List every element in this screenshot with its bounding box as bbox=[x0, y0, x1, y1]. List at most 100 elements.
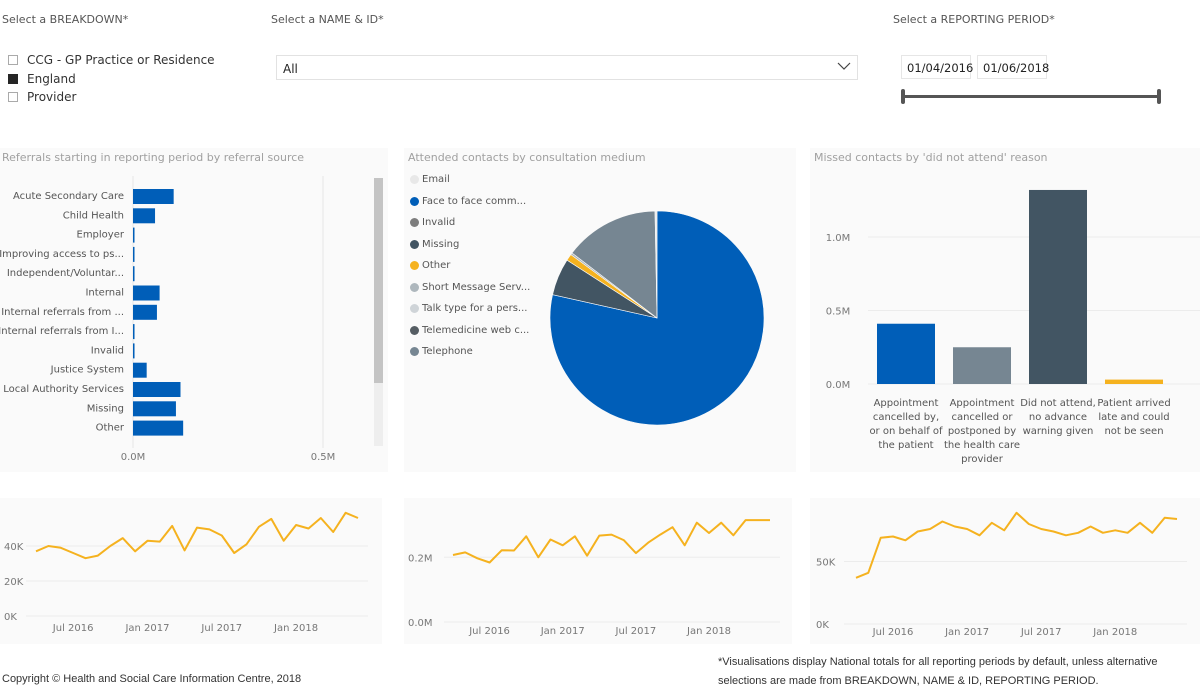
bar bbox=[133, 382, 181, 397]
bar bbox=[133, 324, 135, 340]
referrals-trend-chart: 0K 20K 40K Jul 2016 Jan 2017 Jul 2017 Jan 2018 bbox=[4, 511, 368, 634]
missed-bar-chart: 0.0M 0.5M 1.0M Appointment cancelled by, or o… bbox=[826, 189, 1200, 465]
footnote: *Visualisations display National totals … bbox=[718, 653, 1157, 691]
bar bbox=[133, 227, 135, 243]
bar-category-label: warning given bbox=[1023, 426, 1094, 437]
bar-category-label: Did not attend, bbox=[1020, 398, 1096, 409]
bar-category-label: postponed by bbox=[948, 426, 1016, 437]
trend-line bbox=[855, 511, 1178, 579]
y-tick-label: 20K bbox=[4, 577, 24, 588]
bar-category-label: the patient bbox=[878, 440, 933, 451]
footnote-line-1: *Visualisations display National totals … bbox=[718, 656, 1158, 668]
breakdown-option-ccg[interactable]: CCG - GP Practice or Residence bbox=[8, 53, 215, 67]
bar-category-label: Invalid bbox=[91, 345, 124, 356]
y-tick-label: 0K bbox=[816, 620, 829, 631]
x-tick-label: Jan 2017 bbox=[944, 627, 989, 638]
bar bbox=[133, 246, 135, 262]
bar bbox=[877, 323, 935, 384]
bar-category-label: the health care bbox=[944, 440, 1020, 451]
y-tick-label: 50K bbox=[816, 558, 836, 569]
x-tick-label: Jan 2018 bbox=[273, 623, 318, 634]
x-tick-label: Jul 2016 bbox=[52, 623, 94, 634]
x-tick-label: Jan 2017 bbox=[124, 623, 169, 634]
x-tick-label: Jan 2017 bbox=[540, 626, 585, 637]
trend-line bbox=[452, 519, 770, 564]
y-tick-label: 0K bbox=[4, 612, 17, 623]
bar-category-label: Child Health bbox=[63, 210, 124, 221]
period-slider-end-handle[interactable] bbox=[1157, 89, 1161, 104]
attended-trend-chart: 0.0M 0.2M Jul 2016 Jan 2017 Jul 2017 Jan 2018 bbox=[408, 519, 780, 637]
bar-category-label: Patient arrived bbox=[1097, 398, 1170, 409]
breakdown-option-provider[interactable]: Provider bbox=[8, 90, 76, 104]
bar bbox=[133, 420, 184, 436]
checkbox-ccg[interactable] bbox=[8, 55, 18, 65]
missed-trend-chart: 0K 50K Jul 2016 Jan 2017 Jul 2017 Jan 2018 bbox=[816, 511, 1187, 638]
period-slider-track[interactable] bbox=[903, 95, 1159, 98]
x-tick-label: Jul 2017 bbox=[200, 623, 242, 634]
x-tick-label: Jul 2017 bbox=[1020, 627, 1062, 638]
x-tick-label: Jul 2016 bbox=[872, 627, 914, 638]
bar-category-label: Independent/Voluntar... bbox=[7, 268, 124, 279]
period-slider-start-handle[interactable] bbox=[901, 89, 905, 104]
bar-category-label: or on behalf of bbox=[869, 426, 943, 437]
x-tick-label: 0.5M bbox=[311, 452, 336, 463]
attended-panel: Attended contacts by consultation medium… bbox=[404, 148, 796, 472]
bar-category-label: Appointment bbox=[874, 398, 939, 409]
bar bbox=[133, 285, 160, 301]
breakdown-option-label: Provider bbox=[27, 90, 77, 104]
y-tick-label: 0.0M bbox=[408, 618, 433, 629]
bar-category-label: not be seen bbox=[1104, 426, 1163, 437]
bar-category-label: Internal referrals from I... bbox=[0, 326, 124, 337]
bar-category-label: Employer bbox=[77, 230, 125, 241]
y-tick-label: 0.5M bbox=[826, 307, 851, 318]
x-tick-label: Jan 2018 bbox=[1092, 627, 1137, 638]
footnote-line-2: selections are made from BREAKDOWN, NAME… bbox=[718, 675, 1099, 687]
start-date-input[interactable]: 01/04/2016 bbox=[901, 55, 973, 79]
bar-category-label: Local Authority Services bbox=[3, 384, 124, 395]
chevron-down-icon bbox=[837, 62, 851, 70]
name-id-title: Select a NAME & ID* bbox=[271, 13, 384, 26]
breakdown-option-label: England bbox=[27, 72, 76, 86]
scrollbar-thumb[interactable] bbox=[374, 178, 383, 383]
bar-category-label: cancelled or bbox=[951, 412, 1013, 423]
referrals-bar-chart: Acute Secondary Care Child Health Employer… bbox=[0, 176, 336, 463]
bar-category-label: provider bbox=[961, 454, 1004, 465]
x-tick-label: 0.0M bbox=[121, 452, 146, 463]
bar-category-label: cancelled by, bbox=[873, 412, 939, 423]
breakdown-option-label: CCG - GP Practice or Residence bbox=[27, 53, 215, 67]
bar-category-label: Improving access to ps... bbox=[0, 249, 124, 260]
y-tick-label: 0.2M bbox=[408, 553, 433, 564]
breakdown-option-england[interactable]: England bbox=[8, 72, 76, 86]
checkbox-provider[interactable] bbox=[8, 92, 18, 102]
bar-category-label: Appointment bbox=[950, 398, 1015, 409]
referrals-panel: Referrals starting in reporting period b… bbox=[0, 148, 388, 472]
copyright-text: Copyright © Health and Social Care Infor… bbox=[2, 673, 302, 685]
missed-trend-panel: 0K 50K Jul 2016 Jan 2017 Jul 2017 Jan 2018 bbox=[810, 498, 1200, 644]
breakdown-title: Select a BREAKDOWN* bbox=[2, 13, 129, 26]
x-tick-label: Jan 2018 bbox=[686, 626, 731, 637]
bar bbox=[953, 347, 1011, 384]
y-tick-label: 0.0M bbox=[826, 380, 851, 391]
reporting-period-title: Select a REPORTING PERIOD* bbox=[893, 13, 1055, 26]
bar bbox=[133, 189, 174, 204]
y-tick-label: 40K bbox=[4, 542, 24, 553]
checkbox-england[interactable] bbox=[8, 74, 18, 84]
name-id-dropdown[interactable]: All bbox=[276, 55, 858, 80]
end-date-input[interactable]: 01/06/2018 bbox=[977, 55, 1049, 79]
referrals-trend-panel: 0K 20K 40K Jul 2016 Jan 2017 Jul 2017 Jan 2018 bbox=[0, 498, 382, 644]
attended-trend-panel: 0.0M 0.2M Jul 2016 Jan 2017 Jul 2017 Jan 2018 bbox=[404, 498, 792, 644]
bar bbox=[133, 208, 156, 224]
bar bbox=[133, 401, 176, 417]
attended-pie-chart bbox=[549, 210, 765, 426]
bar bbox=[133, 304, 157, 320]
bar bbox=[133, 362, 147, 378]
bar-category-label: late and could bbox=[1098, 412, 1169, 423]
trend-line bbox=[35, 511, 359, 560]
bar bbox=[133, 266, 135, 282]
y-tick-label: 1.0M bbox=[826, 233, 851, 244]
bar-category-label: no advance bbox=[1029, 412, 1087, 423]
bar bbox=[133, 343, 135, 359]
bar bbox=[1105, 379, 1163, 384]
bar-category-label: Acute Secondary Care bbox=[13, 191, 124, 202]
bar-category-label: Missing bbox=[87, 403, 124, 414]
